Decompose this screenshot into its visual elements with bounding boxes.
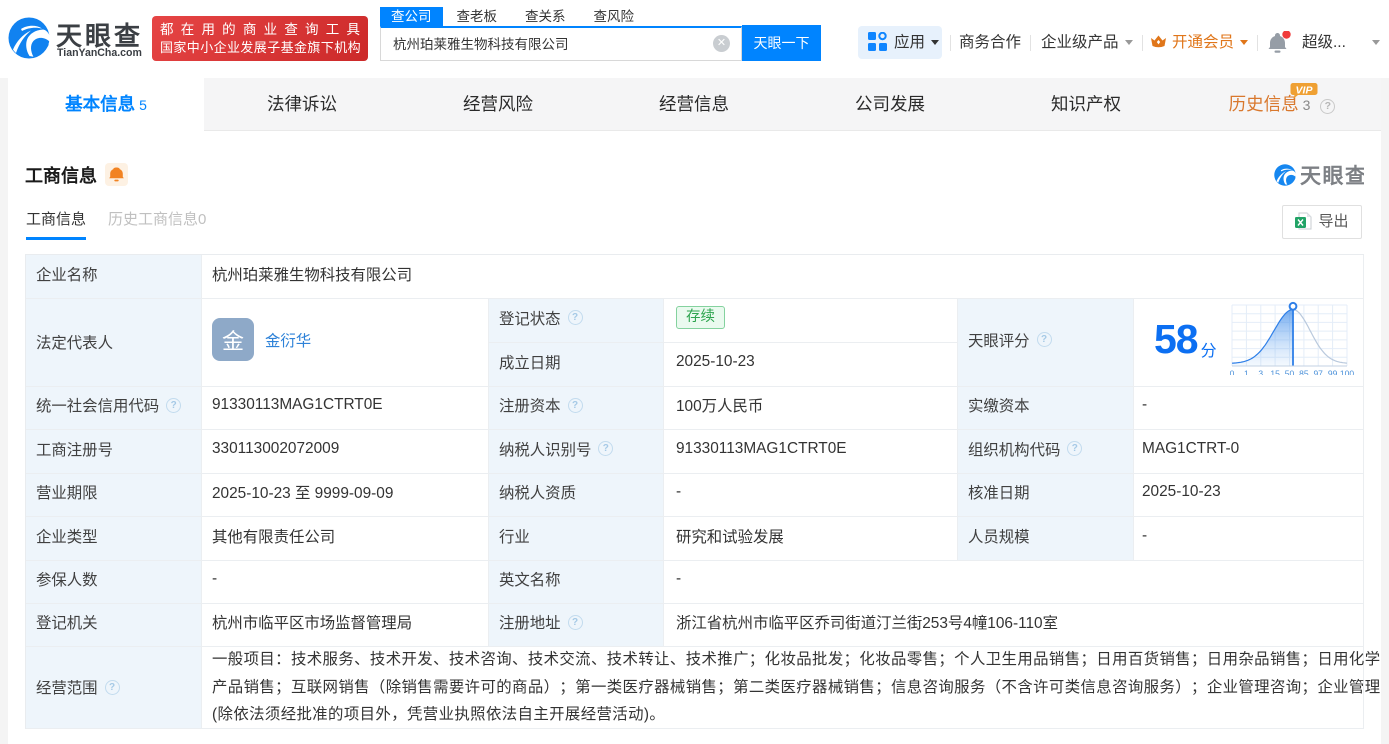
svg-text:85: 85 [1299, 369, 1309, 376]
svg-text:97: 97 [1313, 369, 1323, 376]
svg-text:99: 99 [1328, 369, 1338, 376]
svg-text:1: 1 [1244, 369, 1249, 376]
svg-text:3: 3 [1258, 369, 1263, 376]
svg-text:0: 0 [1230, 369, 1235, 376]
svg-text:15: 15 [1270, 369, 1280, 376]
svg-text:VIP: VIP [1296, 85, 1314, 97]
svg-text:50: 50 [1285, 369, 1295, 376]
svg-text:天眼查: 天眼查 [1300, 164, 1364, 187]
svg-text:100: 100 [1340, 369, 1354, 376]
